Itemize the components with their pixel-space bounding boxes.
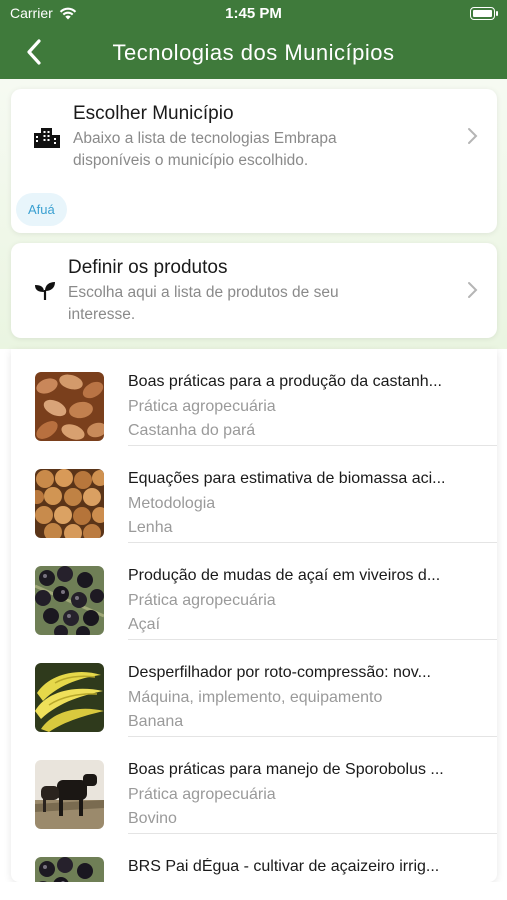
municipality-card-title: Escolher Município bbox=[73, 103, 234, 124]
item-title: Boas práticas para a produção da castanh… bbox=[128, 373, 442, 390]
municipality-card-subtitle: Abaixo a lista de tecnologias Embrapa di… bbox=[73, 130, 337, 169]
item-type: Prática agropecuária bbox=[128, 398, 276, 415]
battery-tip bbox=[496, 11, 498, 16]
item-type: Máquina, implemento, equipamento bbox=[128, 689, 383, 706]
list-item[interactable]: Produção de mudas de açaí em viveiros d.… bbox=[11, 543, 497, 640]
sprout-icon bbox=[35, 282, 55, 300]
bottom-spacer bbox=[0, 882, 507, 900]
item-product: Lenha bbox=[128, 519, 173, 536]
chevron-right-icon bbox=[468, 128, 478, 144]
item-product: Açaí bbox=[128, 616, 161, 633]
acai-thumbnail bbox=[35, 566, 104, 635]
item-type: Prática agropecuária bbox=[128, 786, 276, 803]
list-item[interactable]: Desperfilhador por roto-compressão: nov.… bbox=[11, 640, 497, 737]
item-title: Equações para estimativa de biomassa aci… bbox=[128, 470, 446, 487]
choose-municipality-card[interactable]: Escolher Município Abaixo a lista de tec… bbox=[11, 89, 497, 233]
list-item[interactable]: BRS Pai dÉgua - cultivar de açaizeiro ir… bbox=[11, 834, 497, 882]
item-product: Banana bbox=[128, 713, 184, 730]
acai-thumbnail bbox=[35, 857, 104, 882]
define-products-card[interactable]: Definir os produtos Escolha aqui a lista… bbox=[11, 243, 497, 338]
item-product: Bovino bbox=[128, 810, 177, 827]
filter-section: Escolher Município Abaixo a lista de tec… bbox=[0, 79, 507, 349]
bovino-thumbnail bbox=[35, 760, 104, 829]
list-item[interactable]: Boas práticas para manejo de Sporobolus … bbox=[11, 737, 497, 834]
navigation-header: Carrier 1:45 PM Tecnologias dos Municípi… bbox=[0, 0, 507, 79]
products-card-subtitle: Escolha aqui a lista de produtos de seu … bbox=[68, 284, 339, 323]
products-card-title: Definir os produtos bbox=[68, 257, 228, 278]
item-product: Castanha do pará bbox=[128, 422, 256, 439]
buildings-icon bbox=[34, 128, 60, 148]
technology-list[interactable]: Boas práticas para a produção da castanh… bbox=[11, 349, 497, 882]
lenha-thumbnail bbox=[35, 469, 104, 538]
item-title: Boas práticas para manejo de Sporobolus … bbox=[128, 761, 444, 778]
item-type: Prática agropecuária bbox=[128, 592, 276, 609]
battery-icon bbox=[470, 7, 495, 20]
status-time: 1:45 PM bbox=[225, 5, 282, 22]
selected-municipality-chip[interactable]: Afuá bbox=[16, 193, 67, 226]
item-title: BRS Pai dÉgua - cultivar de açaizeiro ir… bbox=[128, 858, 440, 875]
status-bar: Carrier 1:45 PM bbox=[0, 0, 507, 28]
list-item[interactable]: Boas práticas para a produção da castanh… bbox=[11, 349, 497, 446]
item-type: Metodologia bbox=[128, 495, 216, 512]
item-title: Desperfilhador por roto-compressão: nov.… bbox=[128, 664, 431, 681]
list-item[interactable]: Equações para estimativa de biomassa aci… bbox=[11, 446, 497, 543]
chevron-right-icon bbox=[468, 282, 478, 298]
castanha-thumbnail bbox=[35, 372, 104, 441]
page-title: Tecnologias dos Municípios bbox=[112, 40, 395, 65]
item-title: Produção de mudas de açaí em viveiros d.… bbox=[128, 567, 441, 584]
banana-thumbnail bbox=[35, 663, 104, 732]
